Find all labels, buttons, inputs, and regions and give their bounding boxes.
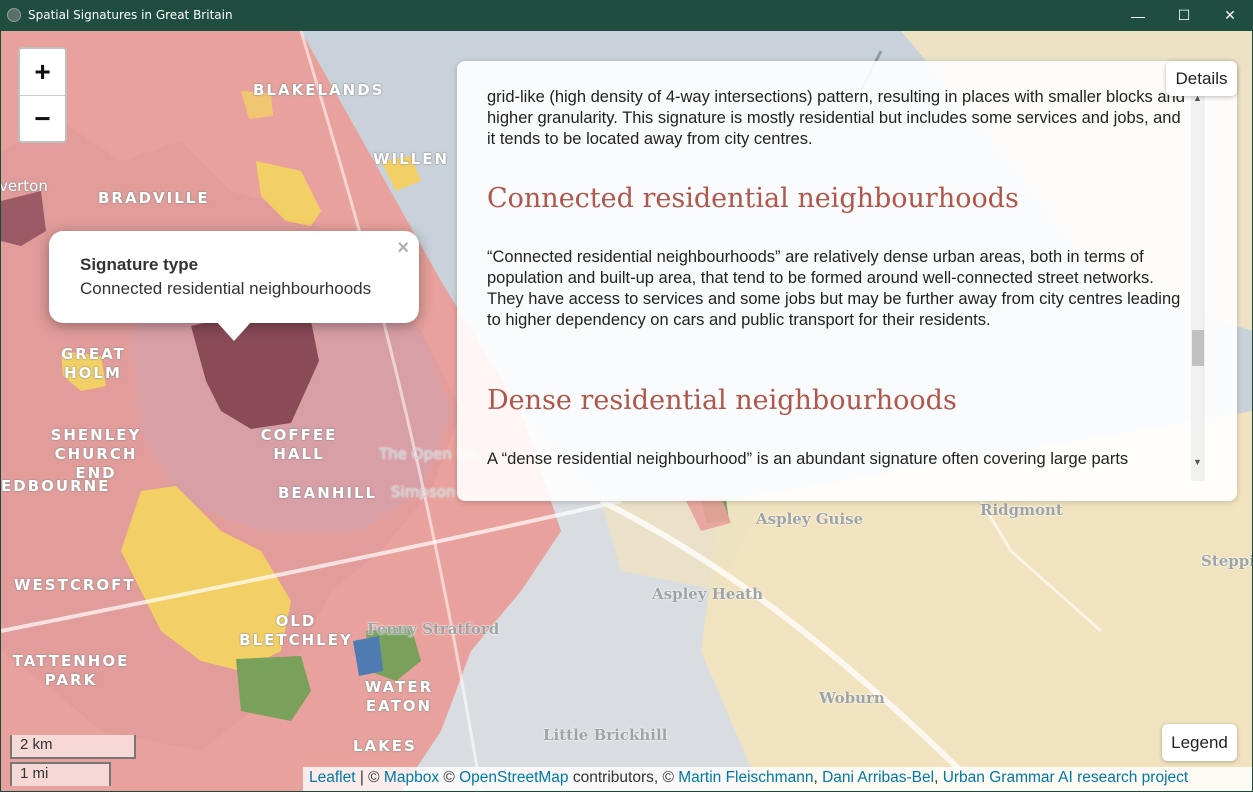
attribution-comma-2: , <box>934 769 943 786</box>
scrollbar-thumb[interactable] <box>1192 330 1204 366</box>
maximize-button[interactable]: ☐ <box>1161 0 1207 31</box>
signature-popup: × Signature type Connected residential n… <box>49 231 419 341</box>
attribution-sep-2: © <box>439 769 460 786</box>
section-heading-connected: Connected residential neighbourhoods <box>487 183 1019 214</box>
attribution-comma-1: , <box>813 769 823 786</box>
place-label-little-brickhill: Little Brickhill <box>543 726 668 744</box>
zoom-out-button[interactable]: − <box>20 95 65 141</box>
popup-title: Signature type <box>80 255 199 274</box>
section-heading-dense: Dense residential neighbourhoods <box>487 385 957 416</box>
place-label-willen: WILLEN <box>373 150 450 168</box>
details-panel[interactable]: grid-like (high density of 4-way interse… <box>457 61 1237 501</box>
legend-button[interactable]: Legend <box>1162 724 1237 761</box>
openstreetmap-link[interactable]: OpenStreetMap <box>459 769 568 786</box>
scale-bar-mi: 1 mi <box>10 762 111 786</box>
map-canvas[interactable]: BLAKELANDS WILLEN BRADVILLE verton GREAT… <box>1 31 1252 791</box>
app-globe-icon <box>7 8 21 22</box>
details-scroll-area[interactable]: grid-like (high density of 4-way interse… <box>487 61 1187 471</box>
place-label-old-bletchley: OLD BLETCHLEY <box>239 612 353 649</box>
place-label-aspley-guise: Aspley Guise <box>756 510 864 528</box>
place-label-westcroft: WESTCROFT <box>14 576 136 594</box>
place-label-blakelands: BLAKELANDS <box>253 81 385 99</box>
leaflet-link[interactable]: Leaflet <box>309 769 356 786</box>
attribution-contributors: contributors, © <box>568 769 679 786</box>
urban-grammar-link[interactable]: Urban Grammar AI research project <box>943 769 1189 786</box>
scroll-down-arrow-icon[interactable]: ▼ <box>1193 457 1202 467</box>
place-label-shenley-church-end: SHENLEY CHURCH END <box>50 426 142 482</box>
place-label-water-eaton: WATER EATON <box>364 678 434 715</box>
map-attribution: Leaflet | © Mapbox © OpenStreetMap contr… <box>303 767 1252 791</box>
place-label-coffee-hall: COFFEE HALL <box>260 426 338 463</box>
minimize-button[interactable]: — <box>1115 0 1161 31</box>
details-scrollbar[interactable] <box>1191 91 1205 481</box>
details-toggle-button[interactable]: Details <box>1166 61 1237 96</box>
place-label-woburn: Woburn <box>819 689 885 707</box>
place-label-bradville: BRADVILLE <box>98 189 210 207</box>
details-intro-text: grid-like (high density of 4-way interse… <box>487 88 1185 148</box>
place-label-simpson: Simpson <box>391 483 456 501</box>
scale-bar-km: 2 km <box>10 735 136 759</box>
mapbox-link[interactable]: Mapbox <box>384 769 439 786</box>
place-label-aspley-heath: Aspley Heath <box>652 585 764 603</box>
window-titlebar: Spatial Signatures in Great Britain — ☐ … <box>0 0 1253 31</box>
popup-value: Connected residential neighbourhoods <box>80 279 372 298</box>
popup-tip <box>216 321 252 341</box>
place-label-fenny-stratford: Fenny Stratford <box>367 620 500 638</box>
place-label-lakes: LAKES <box>353 737 417 755</box>
place-label-steppingley: Steppi <box>1201 552 1252 570</box>
place-label-tattenhoe-park: TATTENHOE PARK <box>12 652 130 689</box>
place-label-ridgmont: Ridgmont <box>980 501 1063 519</box>
place-label-everton: verton <box>1 177 48 195</box>
zoom-in-button[interactable]: + <box>20 49 65 95</box>
place-label-edbourne: EDBOURNE <box>1 477 111 495</box>
section-text-dense: A “dense residential neighbourhood” is a… <box>487 450 1129 468</box>
section-text-connected: “Connected residential neighbourhoods” a… <box>487 248 1181 329</box>
dani-arribas-bel-link[interactable]: Dani Arribas-Bel <box>822 769 934 786</box>
popup-close-button[interactable]: × <box>397 237 409 260</box>
window-title: Spatial Signatures in Great Britain <box>28 8 233 22</box>
martin-fleischmann-link[interactable]: Martin Fleischmann <box>678 769 813 786</box>
close-window-button[interactable]: ✕ <box>1207 0 1253 31</box>
place-label-great-holm: GREAT HOLM <box>61 345 126 382</box>
attribution-sep-1: | © <box>355 769 384 786</box>
place-label-beanhill: BEANHILL <box>278 484 378 502</box>
zoom-control: + − <box>18 47 67 143</box>
